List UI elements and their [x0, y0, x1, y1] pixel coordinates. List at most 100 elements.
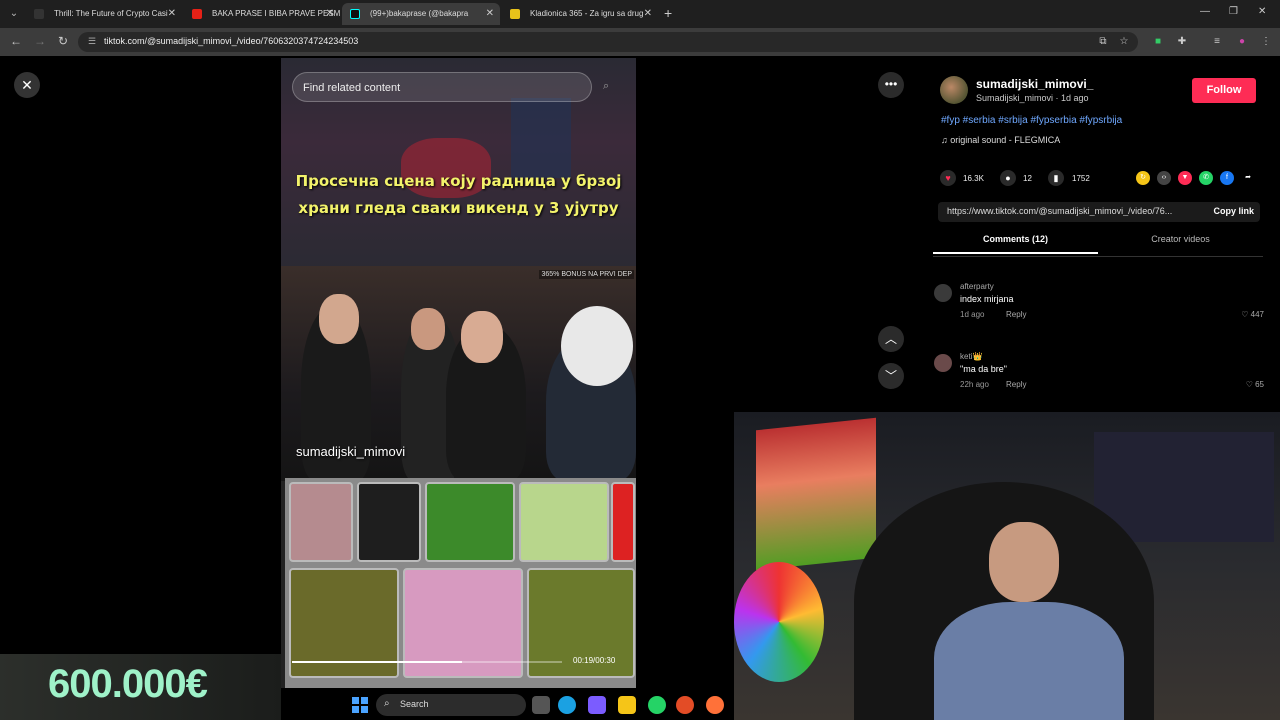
tab-search-icon[interactable]: ⌄ [6, 6, 22, 22]
tab-divider [933, 256, 1263, 257]
comment-like[interactable]: ♡ 447 [1241, 310, 1264, 319]
whatsapp-icon[interactable] [648, 696, 666, 714]
video-progress-fill [292, 661, 463, 663]
repost-icon[interactable]: ↻ [1136, 171, 1150, 185]
taskbar-search-label: Search [400, 699, 429, 709]
save-count: 1752 [1072, 174, 1090, 183]
tab-close-icon[interactable]: ✕ [326, 3, 334, 25]
taskbar-search[interactable]: ⌕ Search [376, 694, 526, 716]
post-hashtags[interactable]: #fyp #serbia #srbija #fypserbia #fypsrbi… [941, 115, 1122, 126]
browser-tab-active[interactable]: (99+)bakaprase (@bakapra ✕ [342, 3, 500, 25]
browser-tab[interactable]: Thrill: The Future of Crypto Casi ✕ [26, 3, 182, 25]
commenter-username[interactable]: keti👑 [960, 352, 982, 361]
video-progress-bar[interactable] [292, 661, 562, 663]
next-video-button[interactable]: ﹀ [878, 363, 904, 389]
media-controls-icon[interactable]: ≡ [1210, 35, 1224, 49]
tab-creator-videos[interactable]: Creator videos [1098, 234, 1263, 254]
post-sound[interactable]: ♫ original sound - FLEGMICA [941, 135, 1060, 145]
restore-icon[interactable]: ❐ [1229, 6, 1238, 17]
comment-reply-button[interactable]: Reply [1006, 310, 1026, 319]
extensions-puzzle-icon[interactable]: ✚ [1175, 35, 1189, 49]
tab-close-icon[interactable]: ✕ [168, 3, 176, 25]
browser-tab[interactable]: Kladionica 365 - Za igru sa drug ✕ [502, 3, 658, 25]
more-options-button[interactable]: ••• [878, 72, 904, 98]
post-details-panel: sumadijski_mimovi_ Sumadijski_mimovi · 1… [930, 64, 1270, 414]
video-caption-line: храни гледа сваки викенд у 3 ујутру [298, 199, 619, 217]
video-timecode: 00:19/00:30 [573, 656, 616, 665]
commenter-avatar[interactable] [934, 354, 952, 372]
tab-favicon-icon [510, 9, 520, 19]
browser-toolbar: ← → ↻ ☰ tiktok.com/@sumadijski_mimovi_/v… [0, 28, 1280, 56]
facebook-icon[interactable]: f [1220, 171, 1234, 185]
address-bar[interactable]: ☰ tiktok.com/@sumadijski_mimovi_/video/7… [78, 32, 1138, 52]
video-watermark-handle: sumadijski_mimovi [296, 444, 406, 459]
window-close-icon[interactable]: ✕ [1258, 6, 1266, 17]
browser-tab[interactable]: BAKA PRASE I BIBA PRAVE PESM ✕ [184, 3, 340, 25]
tab-comments[interactable]: Comments (12) [933, 234, 1098, 254]
related-search-input[interactable] [303, 79, 583, 97]
copilot-icon[interactable] [588, 696, 606, 714]
back-icon[interactable]: ← [10, 34, 22, 48]
tab-favicon-icon [34, 9, 44, 19]
embed-icon[interactable]: ‹› [1157, 171, 1171, 185]
url-text: tiktok.com/@sumadijski_mimovi_/video/760… [104, 36, 359, 46]
extension-icon[interactable]: ■ [1151, 35, 1165, 49]
music-note-icon: ♫ [941, 135, 951, 145]
video-people-frame: 365% BONUS NA PRVI DEP sumadijski_mimovi [281, 266, 636, 481]
comment-like[interactable]: ♡ 65 [1246, 380, 1264, 389]
comment-count: 12 [1023, 174, 1032, 183]
commenter-avatar[interactable] [934, 284, 952, 302]
comment-time: 22h ago [960, 380, 989, 389]
bookmark-star-icon[interactable]: ☆ [1117, 35, 1131, 49]
related-search-field[interactable] [292, 72, 592, 102]
promo-badge: 365% BONUS NA PRVI DEP [539, 270, 634, 279]
commenter-username[interactable]: afterparty [960, 282, 994, 291]
creator-avatar[interactable] [940, 76, 968, 104]
engagement-row: ♥ 16.3K ● 12 ▮ 1752 ↻ ‹› ▼ ✆ f ➦ [940, 170, 1260, 188]
chrome-icon[interactable] [676, 696, 694, 714]
post-link: https://www.tiktok.com/@sumadijski_mimov… [947, 206, 1173, 216]
video-player[interactable]: Просечна сцена коју радница у брзој хран… [281, 58, 636, 688]
comment-like-count: 447 [1250, 310, 1264, 319]
heart-icon[interactable]: ♥ [940, 170, 956, 186]
tab-close-icon[interactable]: ✕ [644, 3, 652, 25]
reload-icon[interactable]: ↻ [58, 34, 68, 48]
copy-link-button[interactable]: Copy link [1213, 206, 1254, 216]
share-arrow-icon[interactable]: ➦ [1241, 171, 1255, 185]
search-icon[interactable]: ⌕ [603, 80, 609, 93]
windows-start-icon[interactable] [352, 697, 368, 713]
sound-name: original sound - FLEGMICA [950, 135, 1061, 145]
windows-taskbar: ⌕ Search [346, 690, 736, 720]
comment-reply-button[interactable]: Reply [1006, 380, 1026, 389]
new-tab-button[interactable]: + [664, 5, 672, 21]
send-to-friends-icon[interactable]: ▼ [1178, 171, 1192, 185]
comment-item: keti👑 "ma da bre" 22h ago Reply ♡ 65 [934, 352, 1264, 396]
tab-close-icon[interactable]: ✕ [486, 3, 494, 25]
site-info-icon[interactable]: ☰ [88, 36, 96, 47]
video-caption-line: Просечна сцена коју радница у брзој [295, 172, 622, 190]
firefox-icon[interactable] [706, 696, 724, 714]
close-video-button[interactable]: ✕ [14, 72, 40, 98]
heart-outline-icon: ♡ [1241, 310, 1251, 319]
comment-icon[interactable]: ● [1000, 170, 1016, 186]
comment-text: index mirjana [960, 294, 1014, 304]
task-view-icon[interactable] [532, 696, 550, 714]
bookmark-icon[interactable]: ▮ [1048, 170, 1064, 186]
tab-title: (99+)bakaprase (@bakapra [370, 9, 469, 18]
tiktok-video-page: ✕ Просечна сцена коју радница у брзој хр… [0, 56, 1280, 720]
minimize-icon[interactable]: — [1200, 6, 1210, 17]
edge-icon[interactable] [558, 696, 576, 714]
tiktok-icon [350, 9, 360, 19]
install-app-icon[interactable]: ⧉ [1096, 35, 1110, 49]
search-icon: ⌕ [384, 698, 390, 709]
browser-tab-bar: ⌄ Thrill: The Future of Crypto Casi ✕ BA… [0, 0, 1280, 28]
follow-button[interactable]: Follow [1192, 78, 1256, 103]
whatsapp-icon[interactable]: ✆ [1199, 171, 1213, 185]
menu-dots-icon[interactable]: ⋮ [1259, 35, 1273, 49]
previous-video-button[interactable]: ︿ [878, 326, 904, 352]
profile-avatar-icon[interactable]: ● [1235, 35, 1249, 49]
file-explorer-icon[interactable] [618, 696, 636, 714]
creator-subline: Sumadijski_mimovi · 1d ago [976, 93, 1089, 103]
creator-username[interactable]: sumadijski_mimovi_ [976, 77, 1093, 91]
forward-icon[interactable]: → [34, 34, 46, 48]
